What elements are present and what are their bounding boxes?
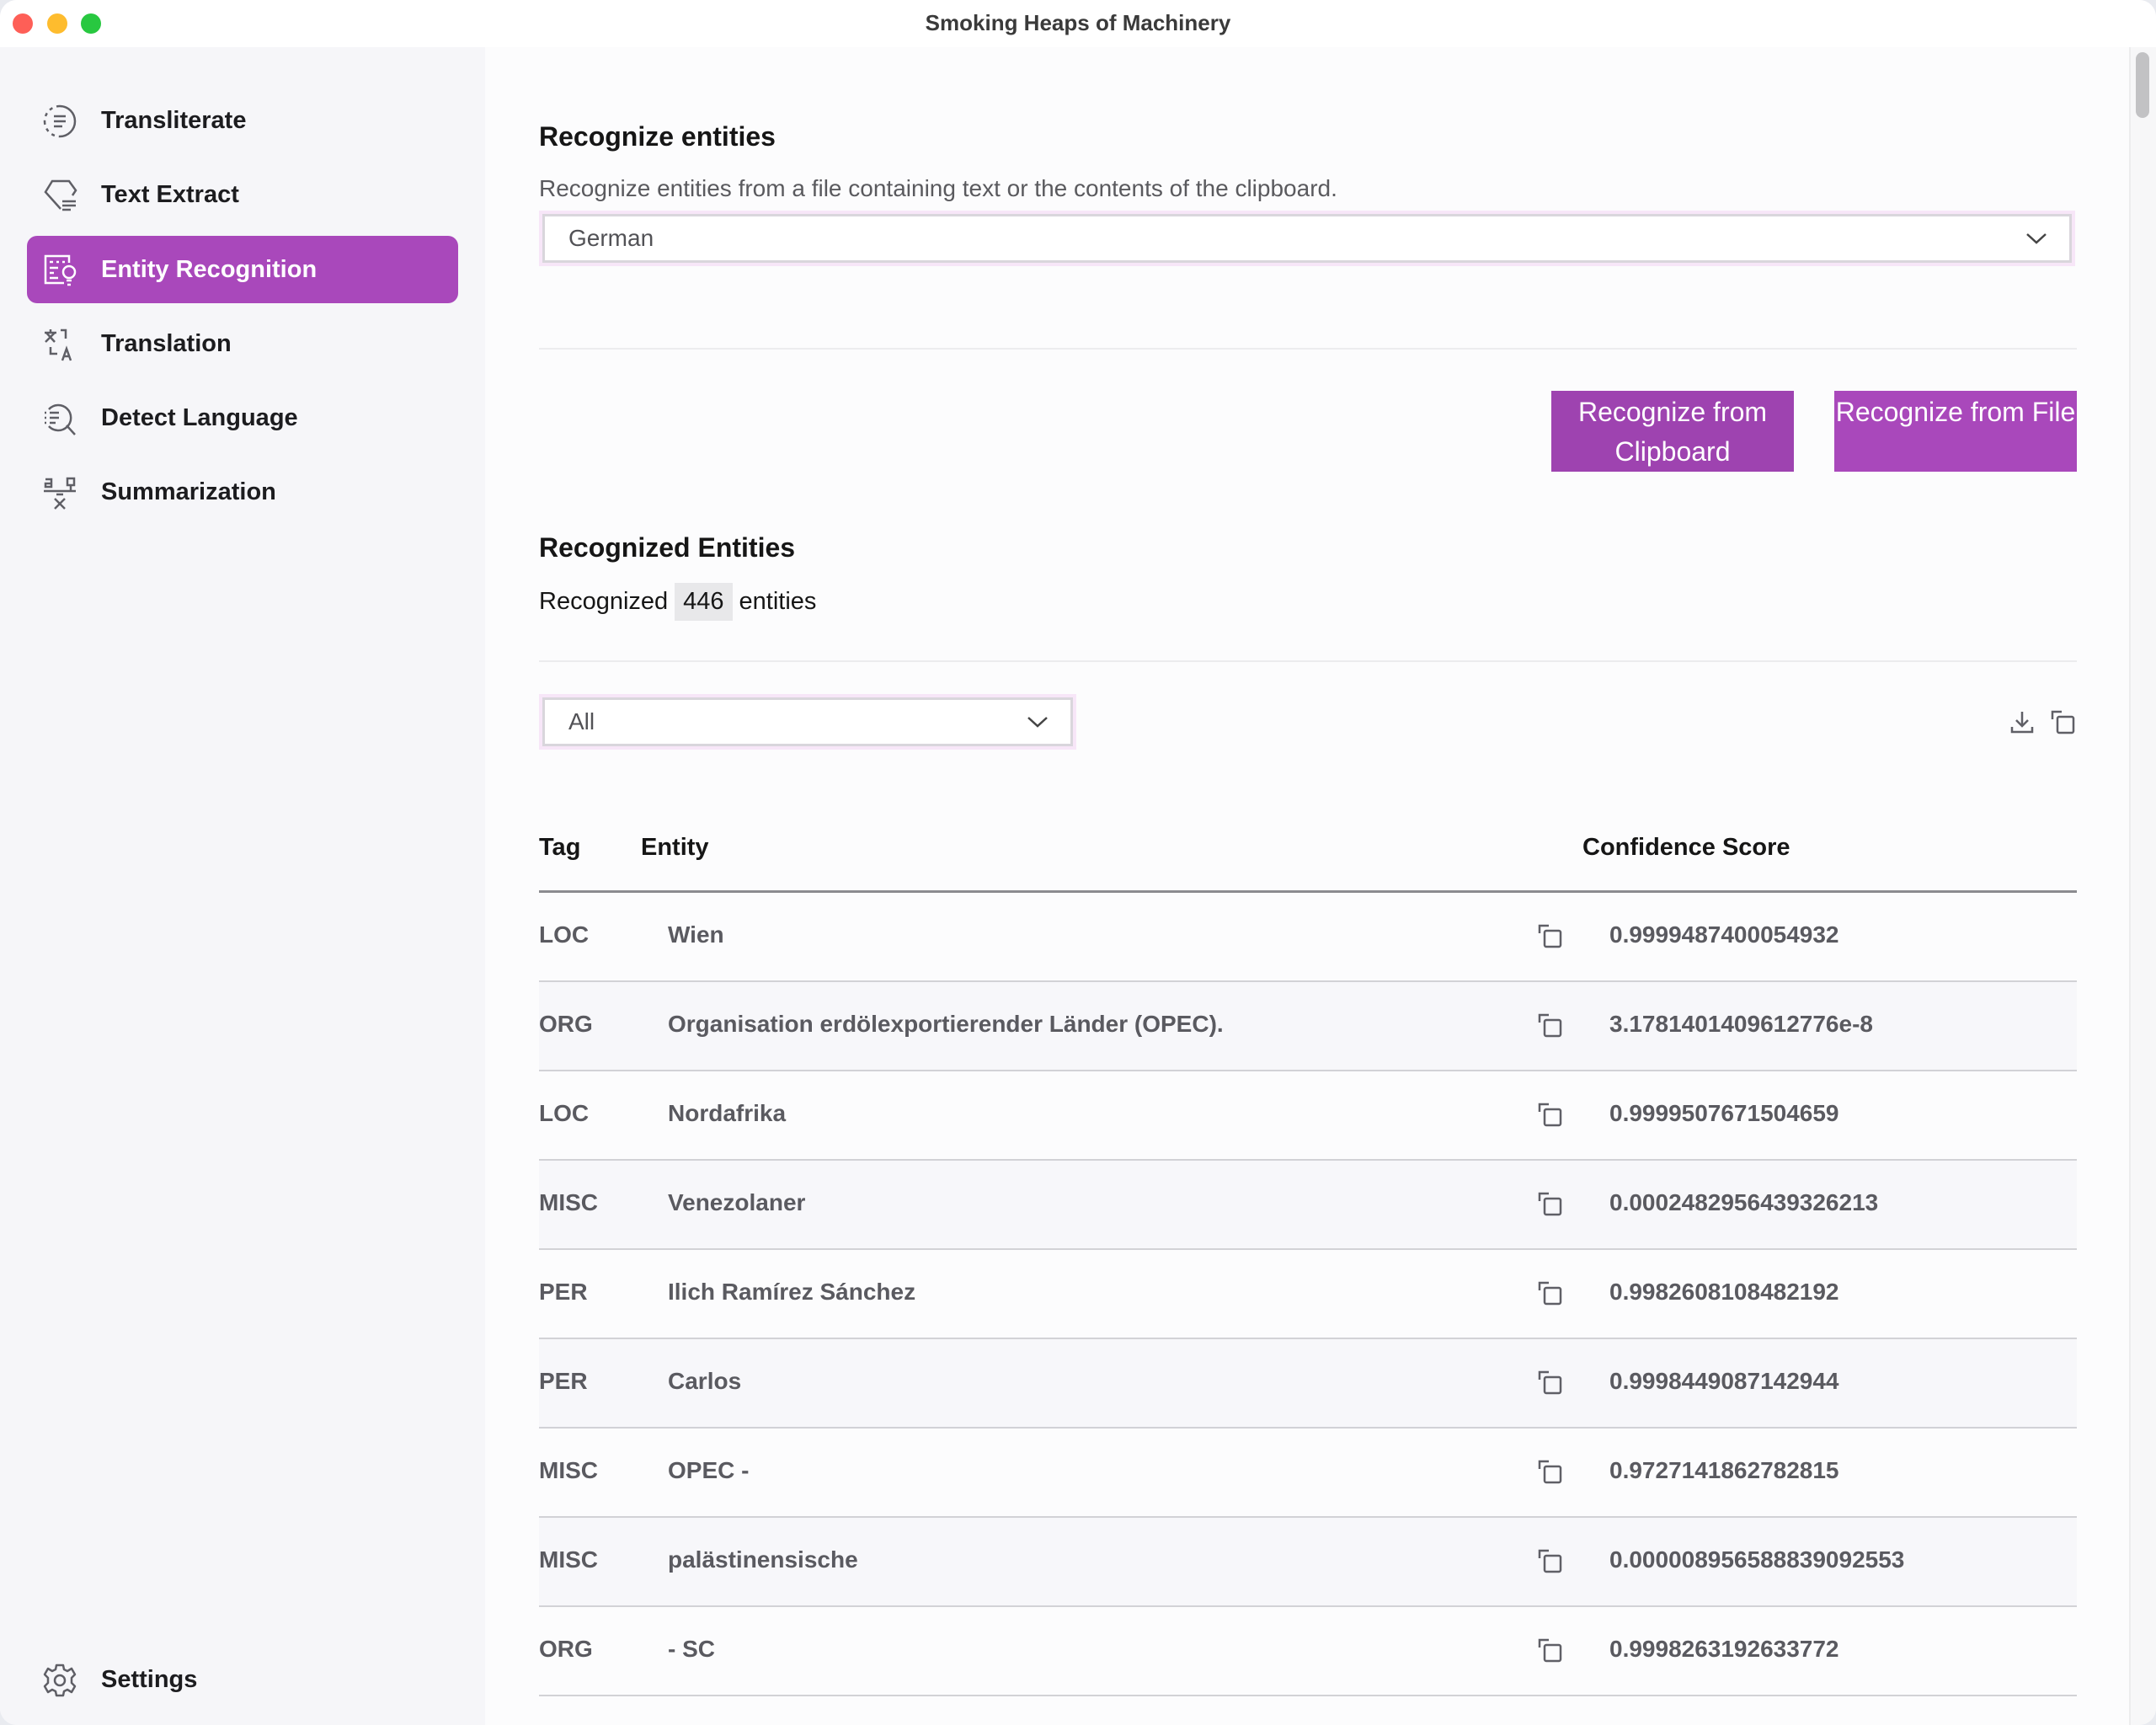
sidebar-item-detect-language[interactable]: Detect Language: [27, 384, 458, 451]
entity-text: Venezolaner: [668, 1189, 806, 1215]
sidebar-item-transliterate[interactable]: Transliterate: [27, 87, 458, 154]
detect-language-icon: [42, 401, 77, 436]
sidebar-item-label: Text Extract: [101, 180, 239, 208]
entity-tag: PER: [539, 1368, 588, 1394]
entity-text: Nordafrika: [668, 1100, 787, 1126]
sidebar-item-label: Translation: [101, 329, 232, 357]
sidebar-item-translation[interactable]: Translation: [27, 310, 458, 377]
entity-tag: LOC: [539, 1100, 590, 1126]
sidebar-item-label: Entity Recognition: [101, 255, 318, 283]
sidebar-item-label: Settings: [101, 1665, 198, 1693]
entity-tag: PER: [539, 1279, 588, 1305]
column-header-tag[interactable]: Tag: [539, 834, 580, 862]
count-prefix: Recognized: [539, 588, 669, 615]
entity-tag: MISC: [539, 1189, 598, 1215]
title-bar: Smoking Heaps of Machinery: [0, 0, 2156, 47]
table-row: MISC OPEC - 0.9727141862782815: [539, 1429, 2077, 1518]
page-description: Recognize entities from a file containin…: [539, 175, 1337, 201]
sidebar-item-text-extract[interactable]: Text Extract: [27, 161, 458, 228]
confidence-score: 0.000008956588839092553: [1609, 1546, 1905, 1573]
entity-text: Wien: [668, 921, 724, 948]
entity-text: Organisation erdölexportierender Länder …: [668, 1011, 1224, 1037]
confidence-score: 0.0002482956439326213: [1609, 1189, 1879, 1215]
entity-tag: MISC: [539, 1457, 598, 1483]
confidence-score: 0.9727141862782815: [1609, 1457, 1839, 1483]
entity-recognition-icon: [42, 253, 77, 288]
entity-count-line: Recognized 446 entities: [539, 583, 816, 621]
copy-icon[interactable]: [1537, 1548, 1562, 1573]
confidence-score: 0.9982608108482192: [1609, 1279, 1839, 1305]
divider: [539, 348, 2077, 350]
confidence-score: 0.9998449087142944: [1609, 1368, 1839, 1394]
recognize-from-file-button[interactable]: Recognize from File: [1834, 391, 2077, 472]
entity-tag: LOC: [539, 921, 590, 948]
count-suffix: entities: [739, 588, 817, 615]
recognize-from-clipboard-button[interactable]: Recognize from Clipboard: [1551, 391, 1794, 472]
entity-text: palästinensische: [668, 1546, 858, 1573]
copy-icon[interactable]: [1537, 1280, 1562, 1306]
entity-text: Ilich Ramírez Sánchez: [668, 1279, 916, 1305]
table-row: LOC Wien 0.9999487400054932: [539, 893, 2077, 982]
confidence-score: 3.1781401409612776e-8: [1609, 1011, 1873, 1037]
tag-filter-value: All: [568, 708, 595, 734]
copy-icon[interactable]: [1537, 1102, 1562, 1127]
copy-icon[interactable]: [1537, 1459, 1562, 1484]
table-header: Tag Entity Confidence Score: [539, 825, 2077, 893]
translation-icon: [42, 327, 77, 362]
language-select[interactable]: German: [539, 211, 2075, 266]
sidebar-item-label: Detect Language: [101, 403, 298, 431]
column-header-entity[interactable]: Entity: [641, 834, 709, 862]
table-row: LOC Nordafrika 0.9999507671504659: [539, 1071, 2077, 1161]
sidebar-item-entity-recognition[interactable]: Entity Recognition: [27, 236, 458, 303]
copy-icon[interactable]: [1537, 1012, 1562, 1038]
table-row: ORG Organisation erdölexportierender Länd…: [539, 982, 2077, 1071]
entity-text: Carlos: [668, 1368, 742, 1394]
tag-filter-select[interactable]: All: [539, 694, 1076, 750]
sidebar-item-summarization[interactable]: Summarization: [27, 458, 458, 526]
copy-icon[interactable]: [1537, 1191, 1562, 1216]
entity-tag: ORG: [539, 1636, 593, 1662]
page-title: Recognize entities: [539, 121, 776, 152]
confidence-score: 0.9999487400054932: [1609, 921, 1839, 948]
sidebar-item-label: Summarization: [101, 478, 276, 505]
text-extract-icon: [42, 178, 77, 213]
sidebar-item-settings[interactable]: Settings: [27, 1646, 458, 1713]
scrollbar-thumb[interactable]: [2136, 52, 2149, 118]
chevron-down-icon: [2026, 233, 2047, 244]
column-header-score[interactable]: Confidence Score: [1582, 834, 1790, 862]
sidebar: Transliterate Text Extract Entity Recogn…: [0, 47, 485, 1725]
entity-tag: MISC: [539, 1546, 598, 1573]
results-title: Recognized Entities: [539, 532, 796, 563]
table-row: PER Carlos 0.9998449087142944: [539, 1339, 2077, 1429]
language-select-value: German: [568, 225, 654, 251]
scrollbar-track[interactable]: [2129, 47, 2156, 1725]
download-icon[interactable]: [2009, 709, 2035, 734]
table-row: MISC palästinensische 0.000008956588839092…: [539, 1518, 2077, 1607]
entity-count-badge: 446: [675, 583, 733, 621]
transliterate-icon: [42, 104, 77, 139]
confidence-score: 0.9999507671504659: [1609, 1100, 1839, 1126]
copy-icon[interactable]: [1537, 923, 1562, 948]
summarization-icon: [42, 475, 77, 510]
table-row: MISC Venezolaner 0.0002482956439326213: [539, 1161, 2077, 1250]
entity-text: - SC: [668, 1636, 715, 1662]
gear-icon: [42, 1663, 77, 1698]
window-title: Smoking Heaps of Machinery: [925, 10, 1231, 35]
table-row: PER Ilich Ramírez Sánchez 0.99826081084821…: [539, 1250, 2077, 1339]
app-window: Smoking Heaps of Machinery Transliterate: [0, 0, 2156, 1725]
sidebar-item-label: Transliterate: [101, 106, 247, 134]
entity-text: OPEC -: [668, 1457, 750, 1483]
copy-icon[interactable]: [2050, 709, 2075, 734]
confidence-score: 0.9998263192633772: [1609, 1636, 1839, 1662]
divider: [539, 660, 2077, 662]
entity-tag: ORG: [539, 1011, 593, 1037]
copy-icon[interactable]: [1537, 1637, 1562, 1663]
chevron-down-icon: [1027, 717, 1048, 728]
copy-icon[interactable]: [1537, 1370, 1562, 1395]
table-row: ORG - SC 0.9998263192633772: [539, 1607, 2077, 1696]
